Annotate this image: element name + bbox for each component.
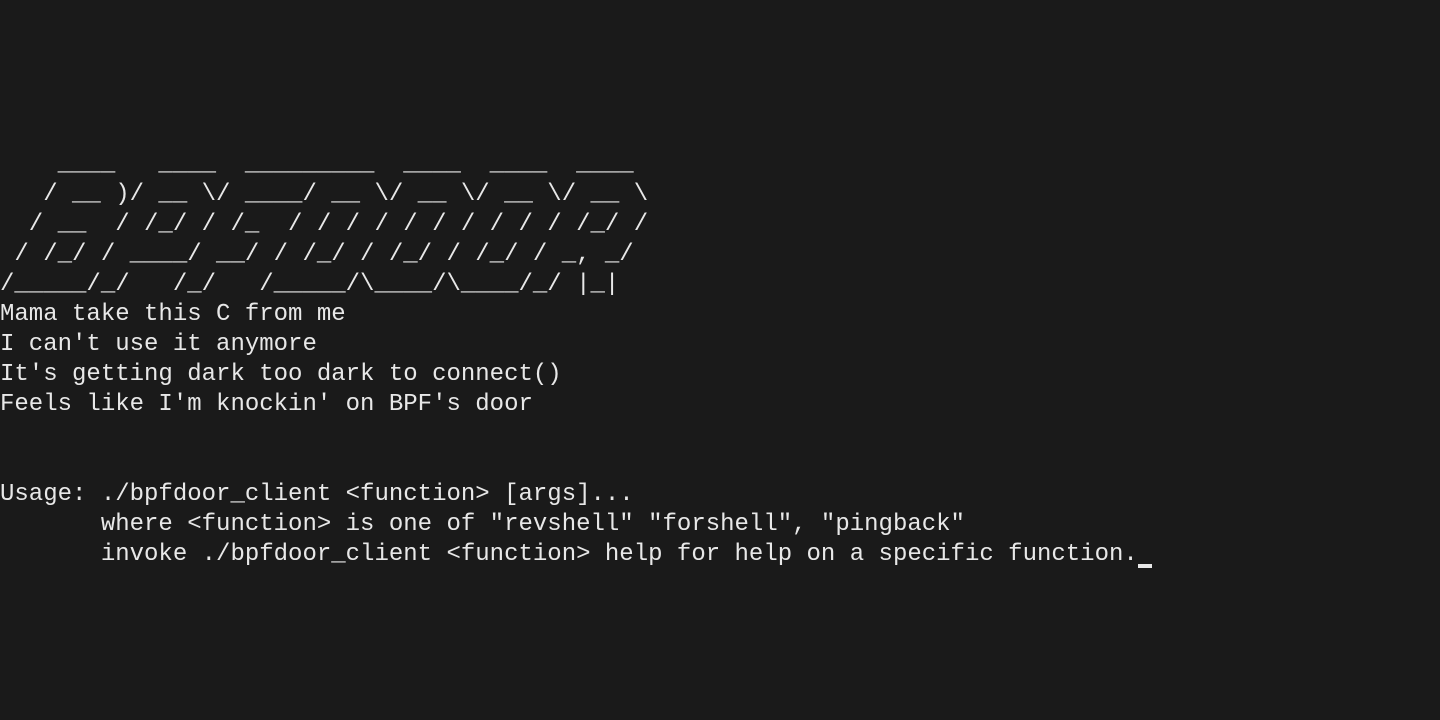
lyric-line-2: I can't use it anymore [0, 331, 317, 358]
ascii-art-banner: ____ ____ _________ ____ ____ ____ / __ … [0, 151, 648, 298]
usage-line-1: Usage: ./bpfdoor_client <function> [args… [0, 481, 634, 508]
lyric-line-1: Mama take this C from me [0, 301, 346, 328]
lyric-line-3: It's getting dark too dark to connect() [0, 361, 562, 388]
usage-line-3: invoke ./bpfdoor_client <function> help … [0, 541, 1138, 568]
terminal-output: ____ ____ _________ ____ ____ ____ / __ … [0, 120, 1440, 570]
usage-line-2: where <function> is one of "revshell" "f… [0, 511, 965, 538]
lyric-line-4: Feels like I'm knockin' on BPF's door [0, 391, 533, 418]
cursor-block [1138, 564, 1152, 568]
